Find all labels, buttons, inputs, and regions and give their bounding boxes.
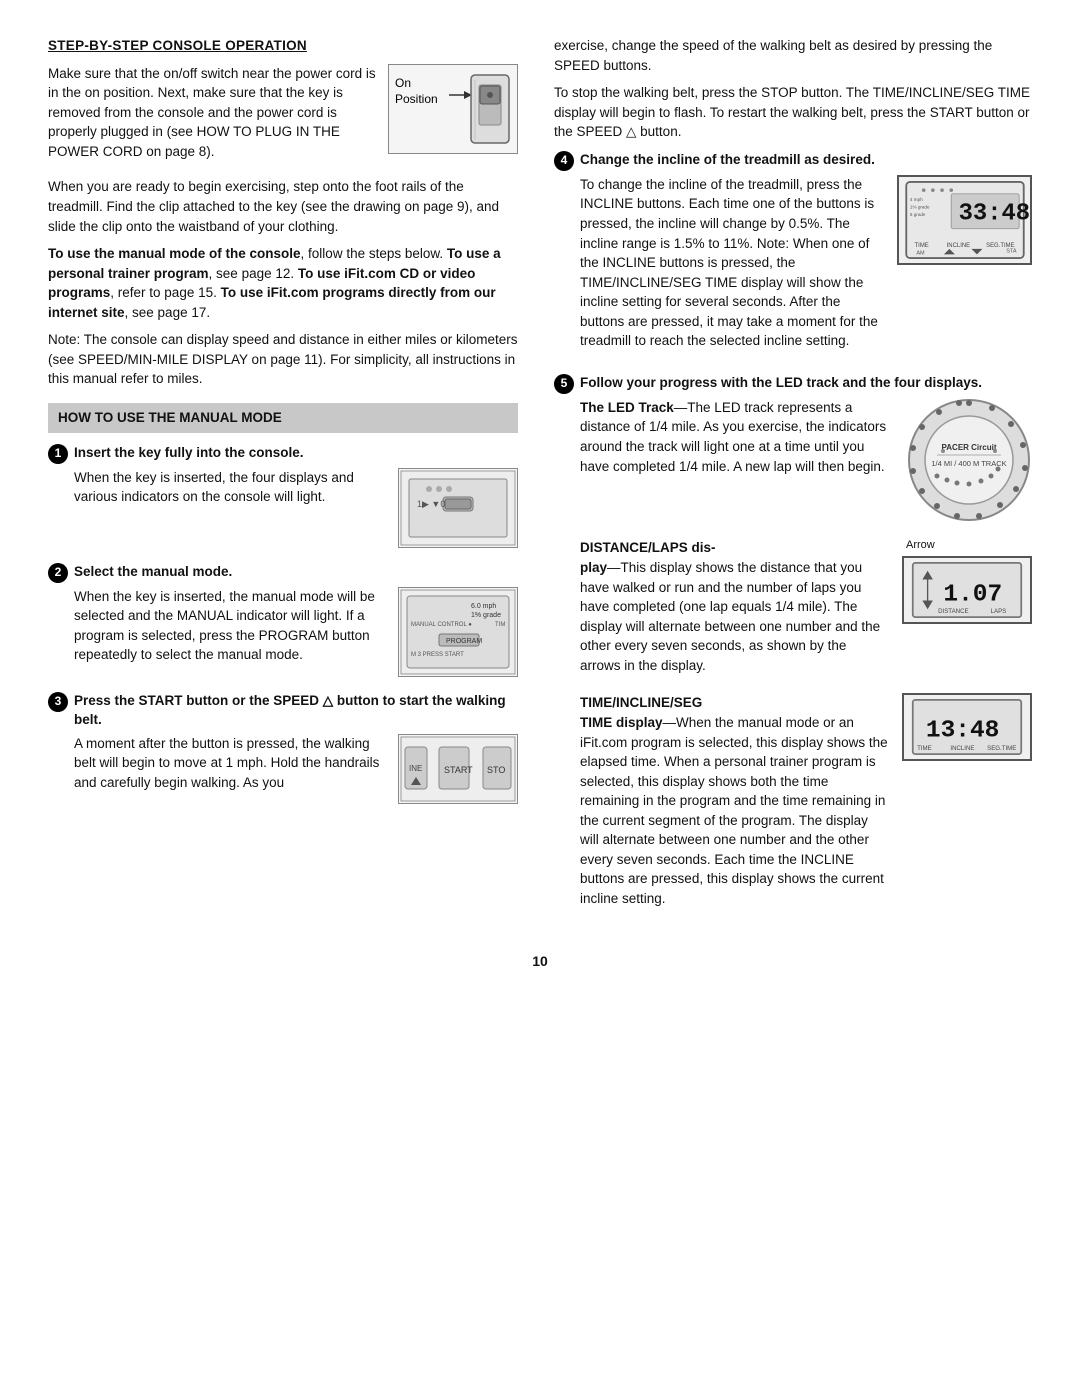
note-paragraph: Note: The console can display speed and … — [48, 330, 518, 389]
distance-display: 1.07 DISTANCE LAPS — [902, 556, 1032, 624]
svg-text:1% grade: 1% grade — [471, 612, 501, 619]
svg-text:INCLINE: INCLINE — [950, 745, 974, 752]
svg-text:1.07: 1.07 — [943, 582, 1002, 609]
svg-text:INCLINE: INCLINE — [946, 243, 970, 249]
svg-text:START: START — [444, 765, 473, 775]
intro-p2: When you are ready to begin exercising, … — [48, 177, 518, 236]
distance-laps-text: DISTANCE/LAPS dis-play—This display show… — [580, 538, 888, 675]
step-2: 2 Select the manual mode. When the key i… — [48, 562, 518, 677]
step-3-number: 3 — [48, 692, 68, 712]
page-number: 10 — [48, 951, 1032, 971]
time-incline-seg-section: TIME/INCLINE/SEGTIME display—When the ma… — [580, 693, 1032, 916]
arrow-label: Arrow — [902, 538, 1032, 554]
svg-text:4 mph: 4 mph — [909, 197, 922, 202]
step-5-number: 5 — [554, 374, 574, 394]
svg-text:PACER Circuit: PACER Circuit — [942, 443, 997, 452]
step-3-body: A moment after the button is pressed, th… — [74, 734, 388, 793]
svg-text:SEG.TIME: SEG.TIME — [987, 745, 1016, 752]
svg-text:M 3 PRESS START: M 3 PRESS START — [411, 652, 464, 658]
led-track-image: PACER Circuit 1/4 MI / 400 M TRACK — [907, 398, 1032, 529]
page: STEP-BY-STEP CONSOLE OPERATION Make sure… — [0, 0, 1080, 1397]
svg-text:TIM: TIM — [495, 622, 505, 628]
svg-text:Position: Position — [395, 92, 438, 106]
left-column: STEP-BY-STEP CONSOLE OPERATION Make sure… — [48, 36, 518, 931]
svg-text:TIME: TIME — [914, 243, 928, 249]
svg-text:STO: STO — [487, 765, 505, 775]
start-button-image: INE START STO — [398, 734, 518, 804]
led-track-section: The LED Track—The LED track represents a… — [580, 398, 1032, 529]
step-1-body: When the key is inserted, the four displ… — [74, 468, 388, 507]
svg-text:1▶ ▼0: 1▶ ▼0 — [417, 499, 445, 509]
time-display: 13:48 TIME INCLINE SEG.TIME — [902, 693, 1032, 761]
step-4-body: To change the incline of the treadmill, … — [580, 175, 887, 351]
step-1: 1 Insert the key fully into the console.… — [48, 443, 518, 548]
distance-display-container: Arrow 1.07 — [902, 538, 1032, 624]
svg-text:1% grade: 1% grade — [909, 204, 929, 209]
step-4: 4 Change the incline of the treadmill as… — [554, 150, 1032, 359]
right-intro-p2: To stop the walking belt, press the STOP… — [554, 83, 1032, 142]
step-2-body: When the key is inserted, the manual mod… — [74, 587, 388, 665]
key-insert-image: 1▶ ▼0 — [398, 468, 518, 548]
svg-text:AM: AM — [916, 250, 925, 256]
time-incline-seg-text: TIME/INCLINE/SEGTIME display—When the ma… — [580, 693, 888, 908]
svg-text:INE: INE — [409, 764, 422, 773]
svg-text:PROGRAM: PROGRAM — [446, 638, 482, 645]
svg-text:TIME: TIME — [917, 745, 932, 752]
step-2-number: 2 — [48, 563, 68, 583]
step-4-number: 4 — [554, 151, 574, 171]
manual-mode-image: 6.0 mph 1% grade MANUAL CONTROL ● TIM PR… — [398, 587, 518, 677]
svg-text:On: On — [395, 76, 411, 90]
incline-display-image: 4 mph 1% grade 6 grade 33:48 TIME INCLIN… — [897, 175, 1032, 265]
manual-mode-bar: HOW TO USE THE MANUAL MODE — [48, 403, 518, 433]
svg-text:DISTANCE: DISTANCE — [938, 608, 968, 615]
step-3: 3 Press the START button or the SPEED △ … — [48, 691, 518, 804]
section-title: STEP-BY-STEP CONSOLE OPERATION — [48, 36, 518, 56]
svg-text:6 grade: 6 grade — [909, 212, 925, 217]
svg-text:6.0 mph: 6.0 mph — [471, 603, 496, 610]
distance-laps-section: DISTANCE/LAPS dis-play—This display show… — [580, 538, 1032, 683]
bold-paragraph: To use the manual mode of the console, f… — [48, 244, 518, 322]
step-5-title: Follow your progress with the LED track … — [580, 373, 982, 393]
right-intro-p1: exercise, change the speed of the walkin… — [554, 36, 1032, 75]
svg-text:1/4 MI / 400 M TRACK: 1/4 MI / 400 M TRACK — [931, 459, 1006, 468]
step-3-title: Press the START button or the SPEED △ bu… — [74, 691, 518, 730]
incline-display-container: 4 mph 1% grade 6 grade 33:48 TIME INCLIN… — [897, 175, 1032, 265]
svg-text:33:48: 33:48 — [958, 200, 1029, 227]
step-5: 5 Follow your progress with the LED trac… — [554, 373, 1032, 917]
step-2-title: Select the manual mode. — [74, 562, 232, 582]
svg-text:STA: STA — [1006, 248, 1017, 254]
right-column: exercise, change the speed of the walkin… — [554, 36, 1032, 931]
svg-text:LAPS: LAPS — [991, 608, 1007, 615]
led-track-text: The LED Track—The LED track represents a… — [580, 398, 893, 476]
step-4-title: Change the incline of the treadmill as d… — [580, 150, 875, 170]
step-1-number: 1 — [48, 444, 68, 464]
intro-p1: Make sure that the on/off switch near th… — [48, 64, 376, 162]
svg-text:13:48: 13:48 — [926, 718, 1000, 745]
step-1-title: Insert the key fully into the console. — [74, 443, 304, 463]
svg-text:MANUAL CONTROL ●: MANUAL CONTROL ● — [411, 622, 472, 628]
time-display-container: 13:48 TIME INCLINE SEG.TIME — [902, 693, 1032, 761]
on-position-diagram: On Position — [388, 64, 518, 154]
